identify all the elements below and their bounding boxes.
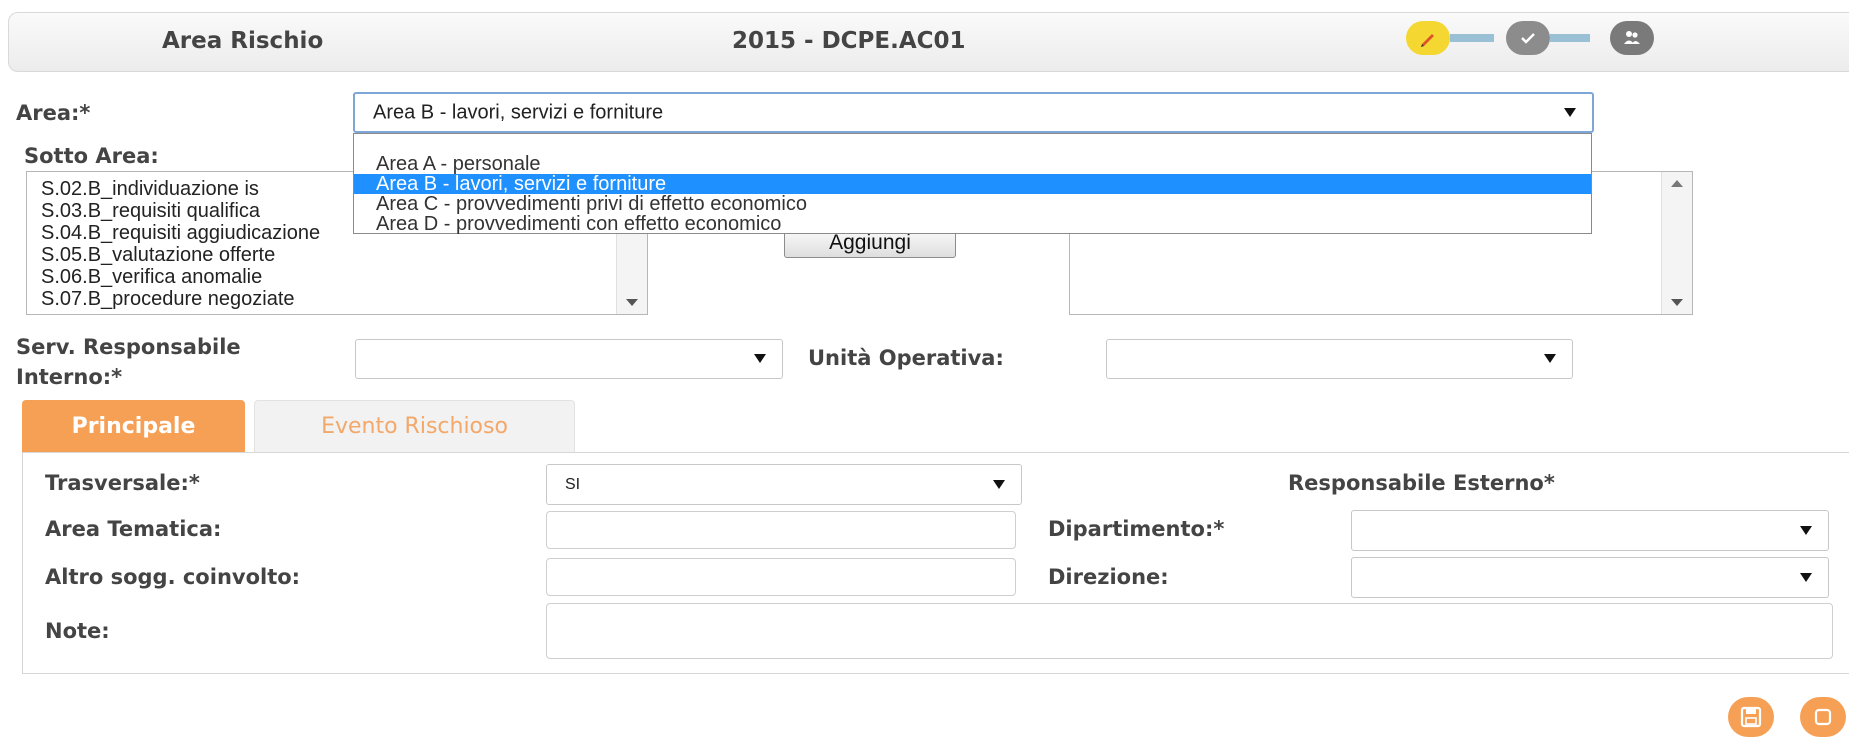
save-button[interactable] — [1728, 697, 1774, 737]
area-select[interactable]: Area B - lavori, servizi e forniture — [353, 92, 1594, 133]
scroll-down-icon[interactable] — [626, 299, 638, 306]
area-dropdown-menu[interactable]: Area A - personale Area B - lavori, serv… — [353, 133, 1592, 234]
responsabile-esterno-label: Responsabile Esterno* — [1288, 471, 1555, 495]
area-tematica-label: Area Tematica: — [45, 517, 222, 541]
step-edit[interactable] — [1406, 21, 1450, 55]
altro-sogg-label: Altro sogg. coinvolto: — [45, 565, 301, 589]
chevron-down-icon — [993, 479, 1005, 489]
altro-sogg-input[interactable] — [546, 558, 1016, 596]
chevron-down-icon — [1544, 354, 1556, 363]
cancel-button[interactable] — [1800, 697, 1846, 737]
trasversale-label: Trasversale:* — [45, 471, 200, 495]
check-icon — [1521, 33, 1535, 44]
list-item[interactable]: S.06.B_verifica anomalie — [27, 266, 647, 288]
chevron-down-icon — [754, 354, 766, 363]
trasversale-select[interactable]: SI — [546, 464, 1022, 505]
area-tematica-input[interactable] — [546, 511, 1016, 549]
trasversale-value: SI — [565, 475, 581, 493]
area-label: Area:* — [16, 101, 91, 125]
dipartimento-select[interactable] — [1351, 510, 1829, 551]
section-title: Area Rischio — [162, 28, 324, 54]
unita-operativa-label: Unità Operativa: — [808, 346, 1004, 370]
step-approve[interactable] — [1506, 21, 1550, 55]
scroll-down-icon[interactable] — [1671, 299, 1683, 306]
pencil-icon — [1421, 34, 1434, 47]
tab-principale[interactable]: Principale — [22, 400, 245, 452]
cancel-icon — [1814, 708, 1832, 726]
list-item[interactable]: S.05.B_valutazione offerte — [27, 244, 647, 266]
sotto-area-label: Sotto Area: — [24, 144, 159, 168]
unita-operativa-select[interactable] — [1106, 339, 1573, 379]
serv-responsabile-label-line1: Serv. Responsabile — [16, 335, 241, 359]
direzione-select[interactable] — [1351, 557, 1829, 598]
direzione-label: Direzione: — [1048, 565, 1169, 589]
chevron-down-icon — [1800, 572, 1812, 582]
chevron-down-icon — [1800, 525, 1812, 535]
area-option[interactable]: Area D - provvedimenti con effetto econo… — [354, 214, 1591, 234]
serv-responsabile-label: Serv. Responsabile Interno:* — [16, 332, 241, 392]
scroll-up-icon[interactable] — [1671, 180, 1683, 187]
area-option[interactable]: Area A - personale — [354, 154, 1591, 174]
note-label: Note: — [45, 619, 110, 643]
record-code: 2015 - DCPE.AC01 — [732, 28, 966, 54]
serv-responsabile-select[interactable] — [355, 339, 783, 379]
list-item[interactable]: S.07.B_procedure negoziate — [27, 288, 647, 310]
note-textarea[interactable] — [546, 603, 1833, 659]
area-option-selected[interactable]: Area B - lavori, servizi e forniture — [354, 174, 1591, 194]
list-scrollbar[interactable] — [1661, 172, 1692, 314]
tab-evento-rischioso[interactable]: Evento Rischioso — [254, 400, 575, 452]
users-icon — [1624, 31, 1640, 44]
area-option[interactable]: Area C - provvedimenti privi di effetto … — [354, 194, 1591, 214]
step-connector — [1450, 34, 1494, 42]
dipartimento-label: Dipartimento:* — [1048, 517, 1225, 541]
save-icon — [1740, 706, 1762, 728]
area-selected-value: Area B - lavori, servizi e forniture — [373, 101, 664, 123]
step-connector — [1550, 34, 1590, 42]
chevron-down-icon — [1564, 107, 1576, 117]
step-users[interactable] — [1610, 21, 1654, 55]
serv-responsabile-label-line2: Interno:* — [16, 365, 123, 389]
